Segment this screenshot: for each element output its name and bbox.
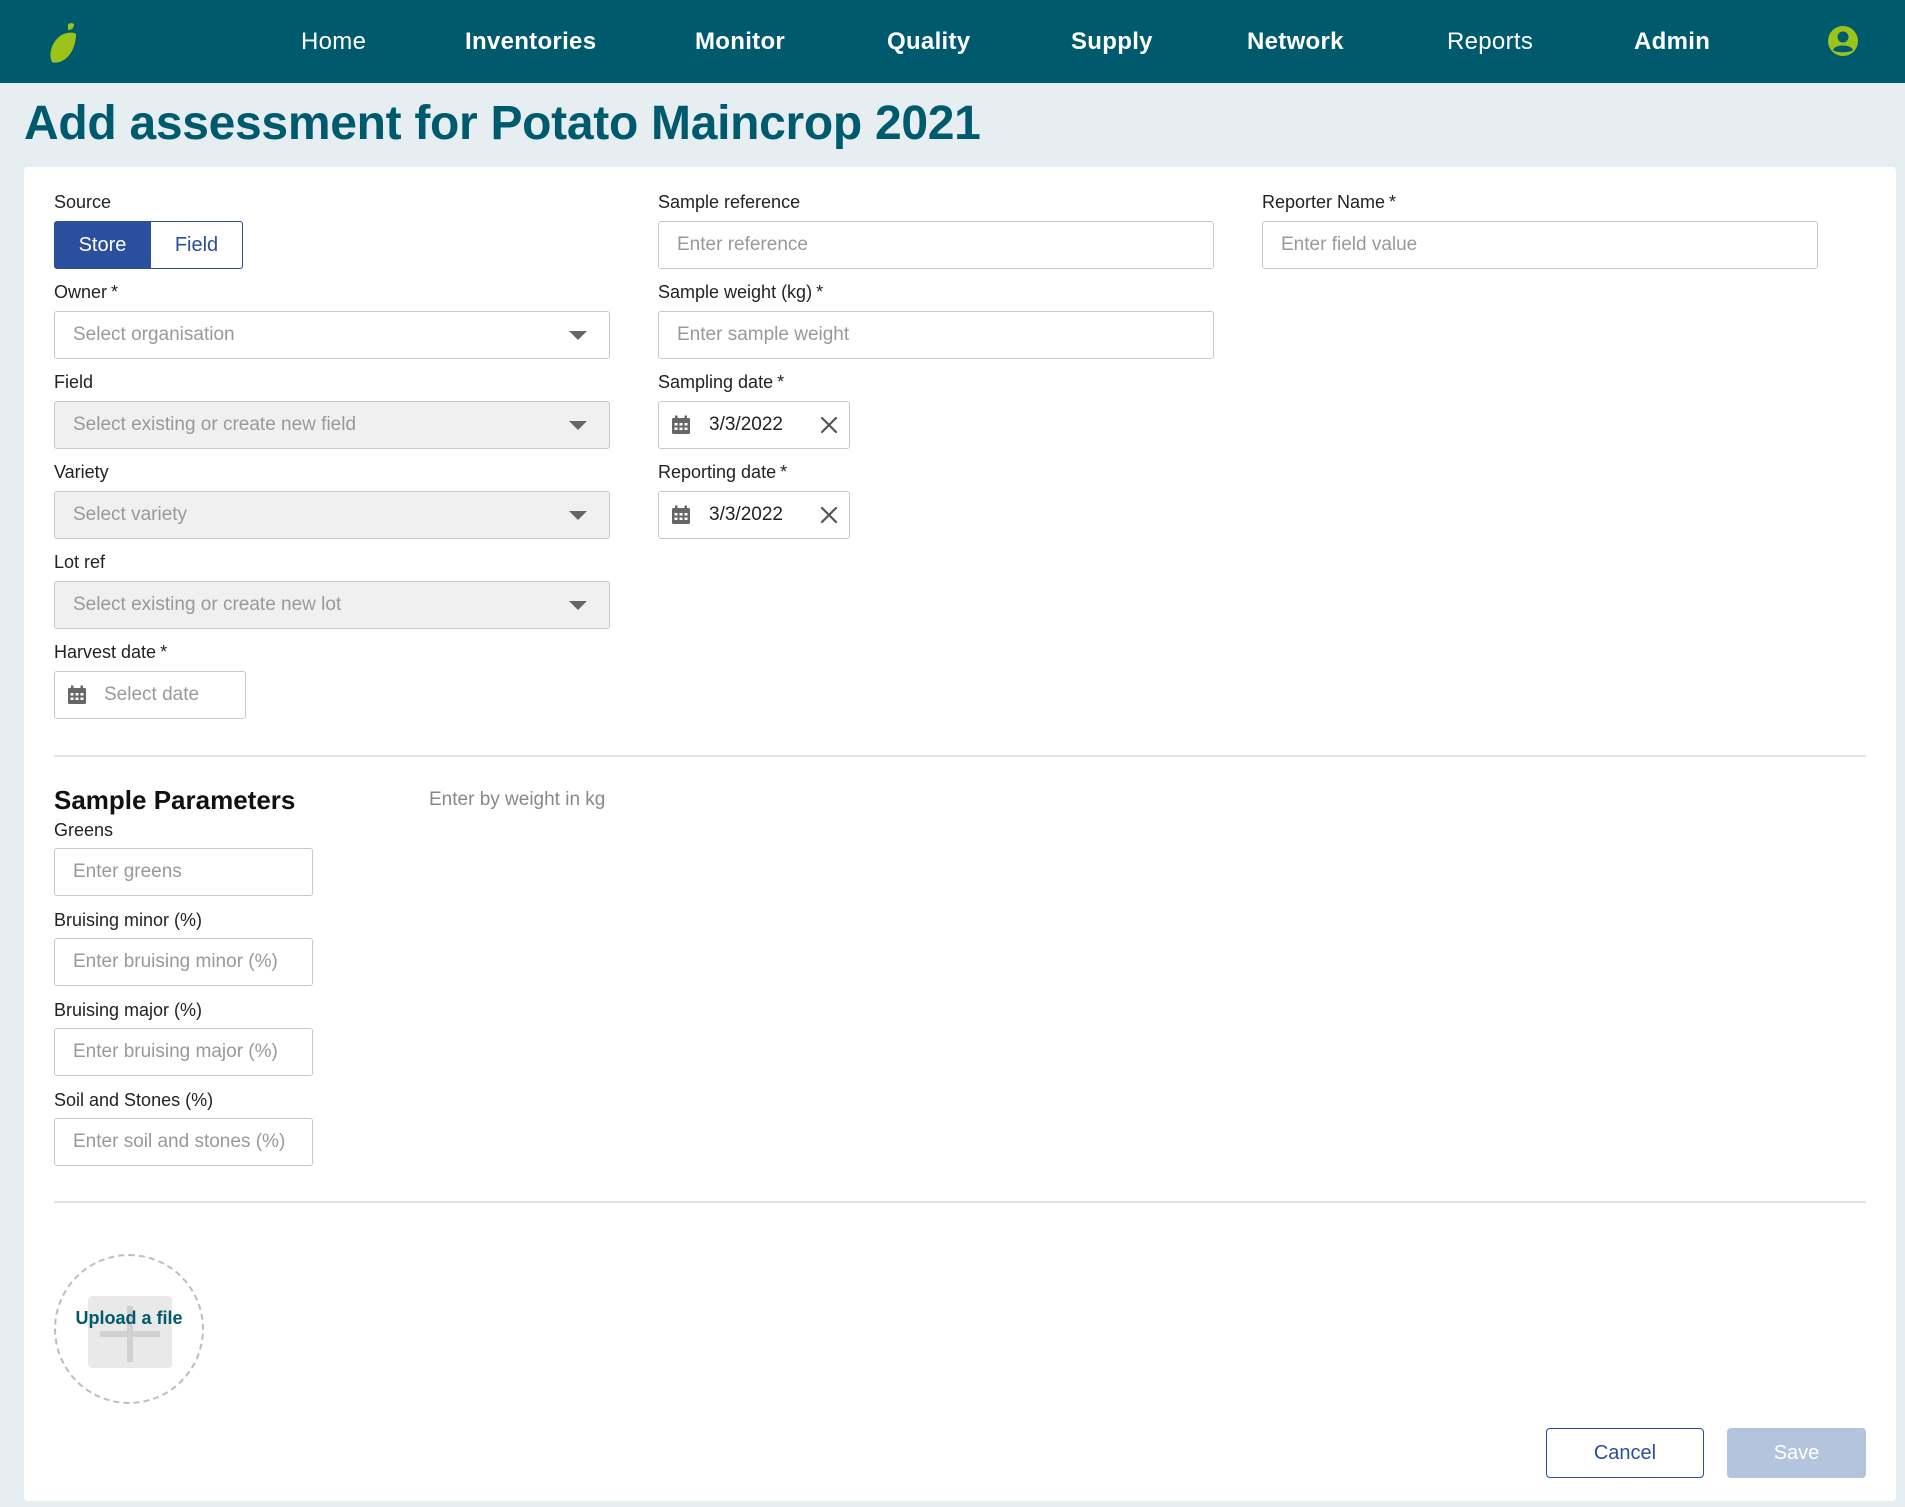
nav-reports[interactable]: Reports: [1447, 0, 1533, 83]
lot-ref-label: Lot ref: [54, 552, 106, 572]
leaf-logo-icon[interactable]: [46, 20, 80, 64]
clear-icon[interactable]: [819, 415, 839, 435]
source-store-toggle[interactable]: Store: [54, 221, 151, 269]
chevron-down-icon: [569, 511, 587, 520]
field-select-placeholder: Select existing or create new field: [73, 414, 357, 435]
chevron-down-icon: [569, 331, 587, 340]
nav-home[interactable]: Home: [301, 0, 366, 83]
clear-icon[interactable]: [819, 505, 839, 525]
sample-reference-input[interactable]: [658, 221, 1214, 269]
soil-and-stones-label: Soil and Stones (%): [54, 1090, 214, 1110]
reporting-date-value: 3/3/2022: [709, 504, 783, 525]
sampling-date-label: Sampling date *: [658, 372, 785, 392]
reporting-date-picker[interactable]: 3/3/2022: [658, 491, 850, 539]
cancel-button[interactable]: Cancel: [1546, 1428, 1704, 1478]
harvest-date-label: Harvest date *: [54, 642, 168, 662]
sampling-date-value: 3/3/2022: [709, 414, 783, 435]
chevron-down-icon: [569, 601, 587, 610]
source-label: Source: [54, 192, 112, 212]
save-button[interactable]: Save: [1727, 1428, 1866, 1478]
source-field-toggle[interactable]: Field: [150, 221, 243, 269]
bruising-major-label: Bruising major (%): [54, 1000, 203, 1020]
owner-select-placeholder: Select organisation: [73, 324, 235, 345]
lot-ref-select-placeholder: Select existing or create new lot: [73, 594, 342, 615]
owner-select[interactable]: Select organisation: [54, 311, 610, 359]
bruising-major-input[interactable]: [54, 1028, 313, 1076]
field-label: Field: [54, 372, 94, 392]
bruising-minor-label: Bruising minor (%): [54, 910, 203, 930]
section-divider: [54, 1201, 1866, 1203]
calendar-icon: [68, 685, 86, 704]
sample-parameters-title: Sample Parameters: [54, 785, 296, 815]
assessment-form-card: [24, 167, 1896, 1501]
harvest-date-picker[interactable]: Select date: [54, 671, 246, 719]
nav-monitor[interactable]: Monitor: [695, 0, 785, 83]
greens-label: Greens: [54, 820, 114, 840]
top-navigation-bar: Home Inventories Monitor Quality Supply …: [0, 0, 1905, 83]
nav-quality[interactable]: Quality: [887, 0, 970, 83]
sampling-date-picker[interactable]: 3/3/2022: [658, 401, 850, 449]
user-avatar-icon[interactable]: [1826, 24, 1860, 58]
owner-label: Owner *: [54, 282, 119, 302]
nav-network[interactable]: Network: [1247, 0, 1344, 83]
nav-inventories[interactable]: Inventories: [465, 0, 596, 83]
calendar-icon: [672, 505, 690, 524]
lot-ref-select[interactable]: Select existing or create new lot: [54, 581, 610, 629]
soil-and-stones-input[interactable]: [54, 1118, 313, 1166]
chevron-down-icon: [569, 421, 587, 430]
variety-select-placeholder: Select variety: [73, 504, 188, 525]
page-title: Add assessment for Potato Maincrop 2021: [24, 97, 981, 150]
reporter-name-label: Reporter Name *: [1262, 192, 1397, 212]
reporting-date-label: Reporting date *: [658, 462, 788, 482]
harvest-date-placeholder: Select date: [104, 684, 200, 705]
nav-supply[interactable]: Supply: [1071, 0, 1153, 83]
bruising-minor-input[interactable]: [54, 938, 313, 986]
upload-file-dropzone[interactable]: Upload a file: [54, 1254, 204, 1404]
sample-reference-label: Sample reference: [658, 192, 801, 212]
reporter-name-input[interactable]: [1262, 221, 1818, 269]
sample-parameters-hint: Enter by weight in kg: [429, 789, 606, 810]
variety-label: Variety: [54, 462, 109, 482]
calendar-icon: [672, 415, 690, 434]
sample-weight-input[interactable]: [658, 311, 1214, 359]
field-select[interactable]: Select existing or create new field: [54, 401, 610, 449]
variety-select[interactable]: Select variety: [54, 491, 610, 539]
sample-weight-label: Sample weight (kg) *: [658, 282, 824, 302]
section-divider: [54, 755, 1866, 757]
greens-input[interactable]: [54, 848, 313, 896]
nav-admin[interactable]: Admin: [1634, 0, 1710, 83]
upload-file-label: Upload a file: [75, 1308, 183, 1328]
